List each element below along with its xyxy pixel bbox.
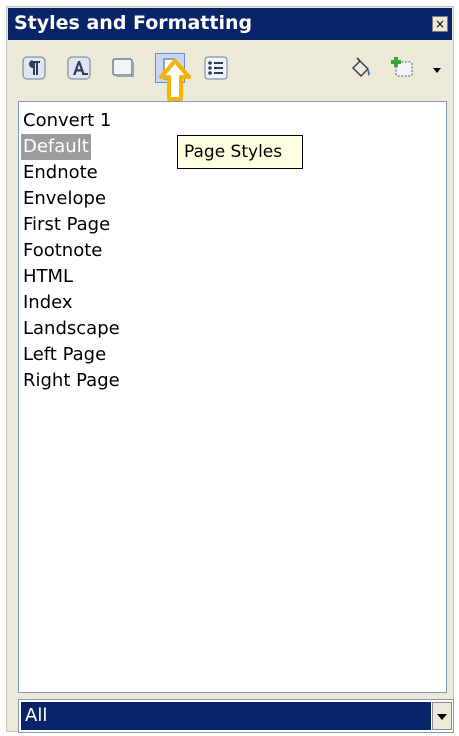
style-filter-value: All <box>21 702 431 730</box>
list-item-endnote[interactable]: Endnote <box>23 160 98 186</box>
list-item-footnote[interactable]: Footnote <box>23 238 102 264</box>
highlight-arrow-icon <box>159 59 191 101</box>
fill-format-mode-icon <box>352 57 370 77</box>
character-styles-icon <box>67 56 91 80</box>
chevron-down-icon[interactable] <box>432 66 442 74</box>
paragraph-styles-icon <box>22 56 46 80</box>
paragraph-styles-button[interactable] <box>19 53 49 83</box>
styles-list[interactable]: Convert 1 Default Endnote Envelope First… <box>18 101 447 693</box>
list-item-right-page[interactable]: Right Page <box>23 368 120 394</box>
character-styles-button[interactable] <box>64 53 94 83</box>
toolbar <box>8 40 452 102</box>
list-item-left-page[interactable]: Left Page <box>23 342 106 368</box>
list-item-index[interactable]: Index <box>23 290 73 316</box>
close-icon: × <box>434 17 446 31</box>
frame-styles-button[interactable] <box>108 53 138 83</box>
styles-and-formatting-panel: Styles and Formatting × Convert 1 Defaul… <box>6 6 454 733</box>
frame-styles-icon <box>112 58 134 77</box>
list-item-default[interactable]: Default <box>21 134 91 160</box>
list-item-landscape[interactable]: Landscape <box>23 316 120 342</box>
list-item-envelope[interactable]: Envelope <box>23 186 106 212</box>
title-bar: Styles and Formatting × <box>8 8 452 40</box>
list-item-first-page[interactable]: First Page <box>23 212 110 238</box>
style-filter-select[interactable]: All <box>18 699 454 733</box>
fill-format-mode-button[interactable] <box>346 53 376 83</box>
list-item-html[interactable]: HTML <box>23 264 73 290</box>
new-style-from-selection-icon <box>391 57 413 77</box>
close-button[interactable]: × <box>432 16 448 32</box>
filter-dropdown-button[interactable] <box>432 702 452 730</box>
chevron-down-icon <box>437 714 447 720</box>
list-styles-icon <box>204 56 228 80</box>
tooltip-page-styles: Page Styles <box>177 135 303 169</box>
new-style-from-selection-button[interactable] <box>388 53 418 83</box>
panel-title: Styles and Formatting <box>14 12 253 34</box>
list-styles-button[interactable] <box>201 53 231 83</box>
list-item-convert-1[interactable]: Convert 1 <box>23 108 111 134</box>
